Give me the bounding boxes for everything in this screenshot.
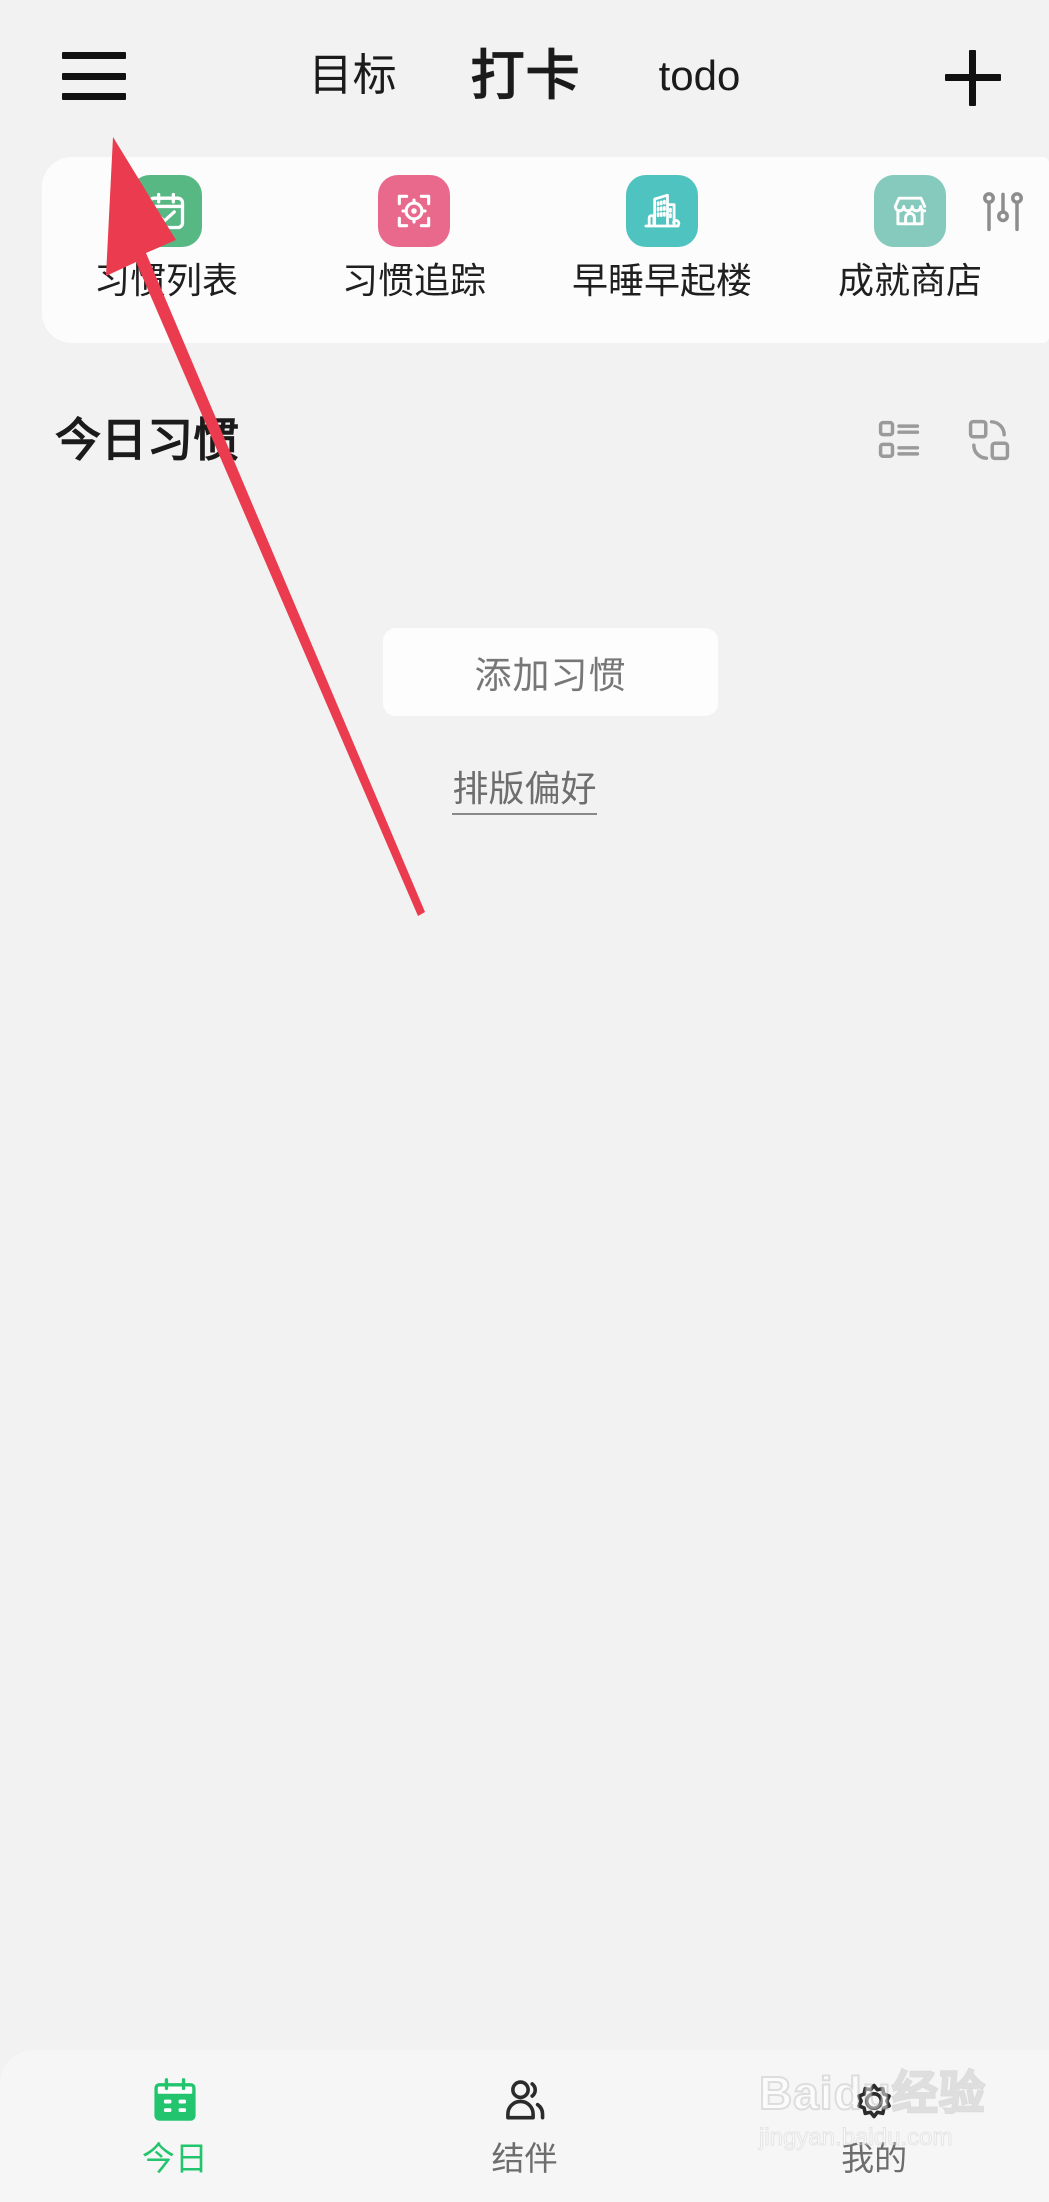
nav-label: 我的 <box>841 2140 908 2177</box>
layout-preference-label: 排版偏好 <box>452 768 597 815</box>
nav-item-today[interactable]: 今日 <box>0 2072 350 2175</box>
shortcut-habit-list[interactable]: 习惯列表 <box>42 175 290 299</box>
people-icon <box>496 2072 554 2130</box>
section-actions <box>873 414 1015 466</box>
gear-icon <box>845 2072 903 2130</box>
shortcut-label: 成就商店 <box>837 260 982 301</box>
shortcut-label: 习惯追踪 <box>341 260 486 301</box>
header-tabs: 目标 打卡 todo <box>0 0 1049 152</box>
plus-icon[interactable] <box>945 50 1001 106</box>
shortcut-card: 习惯列表 习惯追踪 早睡早起楼 成就商店 <box>42 157 1049 343</box>
nav-item-mine[interactable]: 我的 <box>699 2072 1049 2175</box>
top-bar: 目标 打卡 todo <box>0 0 1049 152</box>
calendar-check-icon <box>130 175 202 247</box>
nav-item-companion[interactable]: 结伴 <box>350 2072 700 2175</box>
list-view-icon[interactable] <box>873 414 925 466</box>
shortcut-label: 习惯列表 <box>93 260 238 301</box>
shortcut-habit-tracking[interactable]: 习惯追踪 <box>290 175 538 299</box>
page-title: 今日习惯 <box>55 414 239 466</box>
shop-icon <box>874 175 946 247</box>
tab-goals[interactable]: 目标 <box>309 54 397 98</box>
shortcut-sleep-building[interactable]: 早睡早起楼 <box>538 175 786 299</box>
tab-checkin[interactable]: 打卡 <box>471 49 581 103</box>
sliders-icon[interactable] <box>975 185 1031 241</box>
nav-label: 今日 <box>141 2140 208 2177</box>
tab-todo[interactable]: todo <box>659 55 741 97</box>
shortcut-label: 早睡早起楼 <box>571 260 752 301</box>
app-screen: 目标 打卡 todo 习惯列表 习惯追踪 早睡早起楼 成就商店 今日习惯 添加习… <box>0 0 1049 2202</box>
layout-preference-link[interactable]: 排版偏好 <box>0 760 1049 815</box>
target-focus-icon <box>378 175 450 247</box>
calendar-icon <box>146 2072 204 2130</box>
swap-view-icon[interactable] <box>963 414 1015 466</box>
section-header: 今日习惯 <box>0 400 1049 480</box>
buildings-icon <box>626 175 698 247</box>
nav-label: 结伴 <box>491 2140 558 2177</box>
add-habit-button[interactable]: 添加习惯 <box>383 628 718 716</box>
bottom-navigation: 今日 结伴 我的 <box>0 2050 1049 2202</box>
